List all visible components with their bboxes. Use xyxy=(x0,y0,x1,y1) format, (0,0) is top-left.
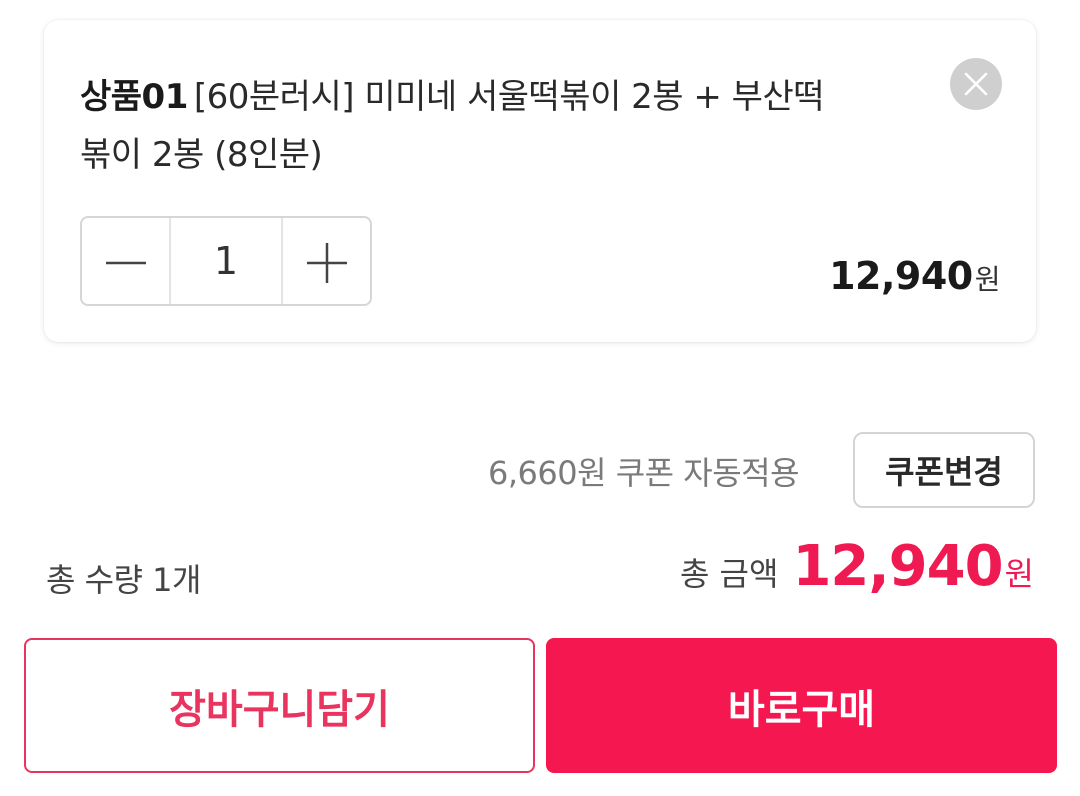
quantity-value[interactable]: 1 xyxy=(168,218,284,304)
change-coupon-button[interactable]: 쿠폰변경 xyxy=(853,432,1035,508)
product-card: 상품01 [60분러시] 미미네 서울떡볶이 2봉 + 부산떡볶이 2봉 (8인분… xyxy=(44,20,1036,342)
item-price: 12,940원 xyxy=(829,254,1000,298)
decrease-quantity-button[interactable] xyxy=(82,218,169,304)
plus-icon xyxy=(307,243,348,283)
increase-quantity-button[interactable] xyxy=(283,218,370,304)
product-code: 상품01 xyxy=(80,77,188,117)
quantity-stepper: 1 xyxy=(80,216,372,306)
buy-now-button[interactable]: 바로구매 xyxy=(546,638,1057,773)
total-amount-label: 총 금액 xyxy=(679,555,779,593)
total-amount-unit: 원 xyxy=(1004,555,1034,593)
product-name: [60분러시] 미미네 서울떡볶이 2봉 + 부산떡볶이 2봉 (8인분) xyxy=(80,77,825,175)
total-amount: 총 금액 12,940 원 xyxy=(680,534,1034,599)
minus-icon xyxy=(106,261,146,265)
coupon-applied-text: 6,660원 쿠폰 자동적용 xyxy=(488,454,800,492)
product-title: 상품01 [60분러시] 미미네 서울떡볶이 2봉 + 부산떡볶이 2봉 (8인분… xyxy=(80,68,840,184)
item-price-value: 12,940 xyxy=(829,254,973,298)
close-icon xyxy=(964,72,988,96)
total-amount-value: 12,940 xyxy=(792,534,1003,599)
total-quantity: 총 수량 1개 xyxy=(46,561,201,599)
item-price-unit: 원 xyxy=(974,263,1001,296)
add-to-cart-button[interactable]: 장바구니담기 xyxy=(24,638,535,773)
remove-item-button[interactable] xyxy=(950,58,1002,110)
purchase-panel: 상품01 [60분러시] 미미네 서울떡볶이 2봉 + 부산떡볶이 2봉 (8인분… xyxy=(0,0,1080,796)
